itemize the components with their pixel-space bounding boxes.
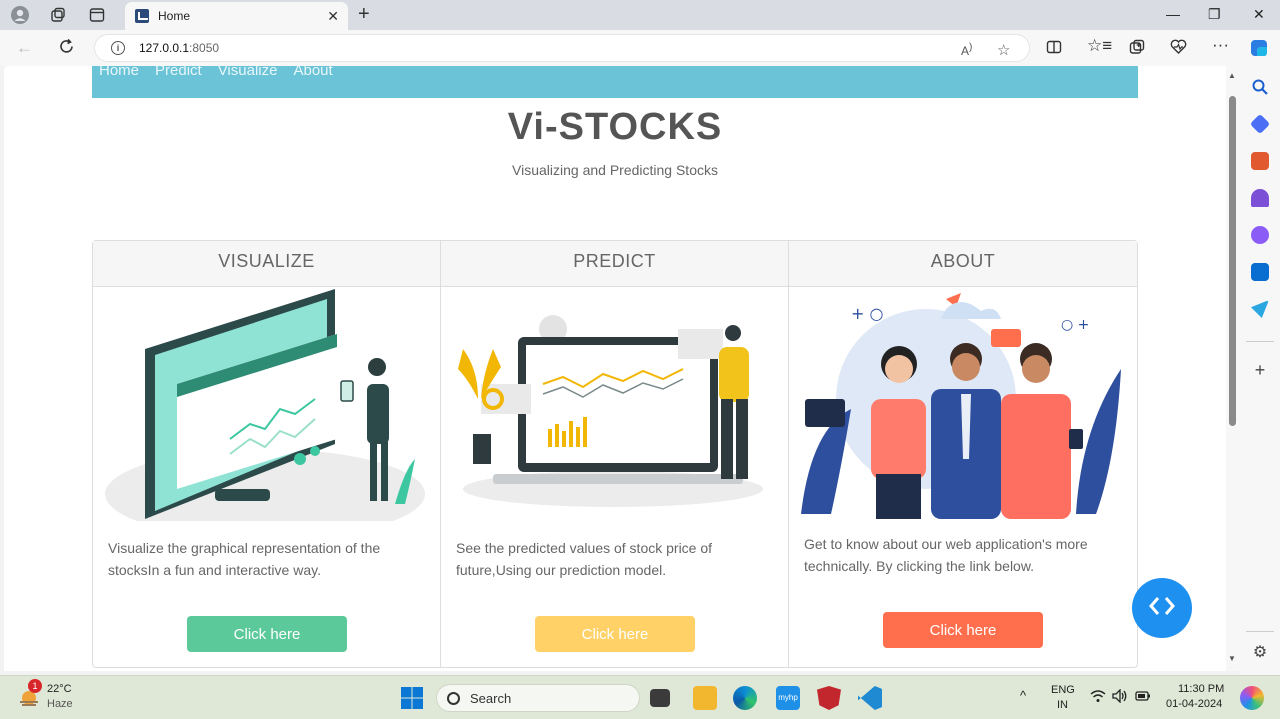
page-scrollbar[interactable]: ▲ ▼ [1226,66,1240,671]
language-bottom[interactable]: IN [1057,699,1068,711]
search-icon [447,691,460,705]
send-icon[interactable] [1251,300,1269,318]
taskbar-search-input[interactable]: Search [436,684,640,712]
tab-bar: Home ✕ + — ❐ ✕ [0,0,1280,30]
split-screen-icon[interactable] [1046,39,1062,60]
feature-cards: VISUALIZE Visualize the graphical repres… [92,240,1138,668]
refresh-icon[interactable] [58,38,75,60]
card-about: ABOUT + ○ ○ + Get to know about our web … [789,241,1137,667]
nav-predict[interactable]: Predict [155,66,202,98]
battery-icon[interactable] [1135,690,1151,705]
predict-click-here-button[interactable]: Click here [535,616,695,652]
clock-time[interactable]: 11:30 PM [1178,683,1224,695]
back-icon[interactable]: ← [16,38,33,58]
scroll-up-arrow-icon[interactable]: ▲ [1228,71,1236,80]
close-window-button[interactable]: ✕ [1253,6,1265,23]
favorite-star-icon[interactable]: ☆ [997,41,1010,59]
profile-icon[interactable] [10,5,30,25]
weather-widget[interactable]: 1 [18,679,42,707]
wifi-icon[interactable] [1090,689,1106,706]
browser-toolbar: ← i 127.0.0.1 :8050 A) ☆ ☆≡ ··· [0,30,1280,66]
add-icon[interactable]: + [1251,361,1269,379]
dash-favicon-icon [135,9,149,23]
read-aloud-icon[interactable]: A) [961,42,972,58]
copilot-icon[interactable] [1249,37,1271,64]
site-navbar: Home Predict Visualize About [92,66,1138,98]
clock-date[interactable]: 01-04-2024 [1166,698,1222,710]
card-heading: VISUALIZE [93,241,440,287]
about-illustration: + ○ ○ + [801,293,1121,519]
card-description: See the predicted values of stock price … [456,540,713,578]
browser-essentials-icon[interactable] [1170,39,1187,60]
chevron-up-icon[interactable]: ^ [1020,688,1026,703]
more-icon[interactable]: ··· [1212,35,1229,55]
tag-icon[interactable] [1249,113,1271,135]
url-port: :8050 [189,41,220,55]
page-subtitle: Visualizing and Predicting Stocks [512,162,718,178]
predict-illustration [458,315,763,507]
outlook-icon[interactable] [1251,263,1269,281]
svg-text:○ +: ○ + [1061,317,1089,333]
code-brackets-icon [1148,593,1176,624]
myhp-icon[interactable]: myhp [776,686,800,710]
games-icon[interactable] [1251,189,1269,207]
edge-sidebar: + ⚙ [1240,66,1280,675]
card-heading: PREDICT [441,241,788,287]
code-toggle-button[interactable] [1132,578,1192,638]
mcafee-icon[interactable] [817,686,841,710]
favorites-icon[interactable]: ☆≡ [1087,36,1112,56]
edge-icon[interactable] [733,686,757,710]
nav-about[interactable]: About [293,66,332,98]
page-title: Vi-STOCKS [507,106,723,148]
windows-taskbar: 1 22°C Haze Search myhp ^ ENG IN 11:30 P… [0,675,1280,719]
sidebar-divider [1246,341,1274,342]
scrollbar-thumb[interactable] [1229,96,1236,426]
maximize-button[interactable]: ❐ [1208,6,1221,23]
nav-visualize[interactable]: Visualize [218,66,278,98]
visualize-illustration [105,289,425,521]
new-tab-button[interactable]: + [358,3,370,26]
file-explorer-icon[interactable] [693,686,717,710]
card-visualize: VISUALIZE Visualize the graphical repres… [93,241,441,667]
vscode-icon[interactable] [858,686,882,710]
visualize-click-here-button[interactable]: Click here [187,616,347,652]
microsoft365-icon[interactable] [1251,226,1269,244]
address-bar[interactable]: i 127.0.0.1 :8050 A) ☆ [94,34,1030,62]
tab-home[interactable]: Home ✕ [125,2,348,30]
copilot-taskbar-icon[interactable] [1240,686,1264,710]
settings-icon[interactable]: ⚙ [1251,644,1269,662]
minimize-button[interactable]: — [1166,6,1180,22]
volume-icon[interactable] [1112,688,1128,706]
card-predict: PREDICT See the predicted values of stoc… [441,241,789,667]
collections-icon[interactable] [1129,39,1145,60]
task-view-icon[interactable] [650,689,670,707]
card-heading: ABOUT [789,241,1137,287]
tab-title: Home [158,9,191,23]
page-viewport: Home Predict Visualize About Vi-STOCKS V… [4,66,1226,671]
info-icon[interactable]: i [111,41,125,55]
language-top[interactable]: ENG [1051,684,1075,696]
about-click-here-button[interactable]: Click here [883,612,1043,648]
tab-actions-icon[interactable] [87,5,107,25]
card-description: Get to know about our web application's … [804,536,1088,574]
weather-desc: Haze [47,698,73,710]
windows-start-icon[interactable] [400,686,424,710]
workspaces-icon[interactable] [48,5,68,25]
svg-text:+ ○: + ○ [851,304,883,323]
card-description: Visualize the graphical representation o… [108,540,381,578]
search-placeholder: Search [470,690,512,706]
scroll-down-arrow-icon[interactable]: ▼ [1228,654,1236,663]
weather-badge: 1 [28,679,42,693]
weather-temp: 22°C [47,683,72,695]
nav-home[interactable]: Home [99,66,139,98]
url-host: 127.0.0.1 [139,41,190,55]
sidebar-divider [1246,631,1274,632]
tab-close-icon[interactable]: ✕ [327,8,339,25]
toolbox-icon[interactable] [1251,152,1269,170]
search-icon[interactable] [1251,78,1269,96]
